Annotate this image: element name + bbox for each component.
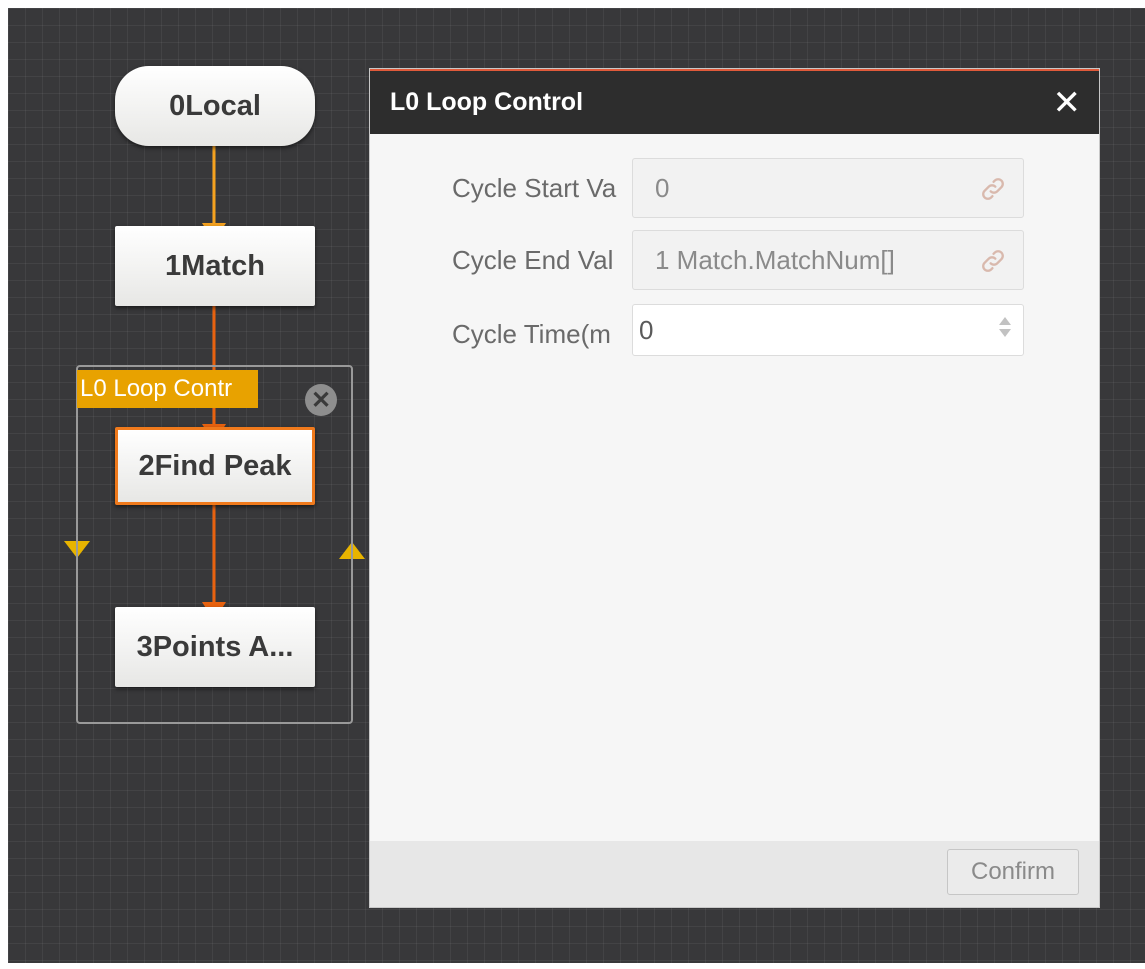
field-cycle-start: Cycle Start Va 0 [370, 158, 1099, 218]
confirm-button[interactable]: Confirm [947, 849, 1079, 895]
flow-node-find-peak[interactable]: 2Find Peak [115, 427, 315, 505]
field-value: 0 [639, 315, 654, 345]
cycle-time-input[interactable]: 0 [632, 304, 1024, 356]
number-spinner[interactable] [997, 313, 1013, 347]
field-label: Cycle Start Va [452, 173, 617, 203]
flow-node-points[interactable]: 3Points A... [115, 607, 315, 687]
flow-node-label: 3Points A... [136, 630, 294, 663]
field-cycle-end: Cycle End Val 1 Match.MatchNum[] [370, 230, 1099, 290]
cycle-end-input[interactable]: 1 Match.MatchNum[] [632, 230, 1024, 290]
link-icon[interactable] [979, 175, 1007, 203]
field-label: Cycle End Val [452, 245, 614, 275]
spinner-up-icon[interactable] [999, 317, 1011, 325]
field-label: Cycle Time(m [452, 319, 611, 349]
loop-close-icon[interactable]: ✕ [305, 384, 337, 416]
field-value: 0 [655, 173, 670, 203]
cycle-start-input[interactable]: 0 [632, 158, 1024, 218]
dialog-title: L0 Loop Control [390, 88, 584, 116]
dialog-header[interactable]: L0 Loop Control ✕ [370, 69, 1099, 134]
loop-control-dialog: L0 Loop Control ✕ Cycle Start Va 0 Cycle… [369, 68, 1100, 908]
flow-node-label: 0Local [169, 89, 261, 122]
field-value: 1 Match.MatchNum[] [655, 245, 895, 275]
flow-node-label: 2Find Peak [138, 449, 292, 482]
field-cycle-time: Cycle Time(m 0 [370, 304, 1099, 364]
flow-node-match[interactable]: 1Match [115, 226, 315, 306]
close-icon[interactable]: ✕ [1053, 86, 1082, 120]
flow-node-local[interactable]: 0Local [115, 66, 315, 146]
flow-node-label: 1Match [165, 249, 265, 282]
loop-tag[interactable]: L0 Loop Contr [77, 370, 258, 408]
dialog-footer: Confirm [370, 841, 1099, 907]
flow-canvas[interactable]: 0Local 1Match L0 Loop Contr ✕ 2Find Peak… [8, 8, 1145, 963]
spinner-down-icon[interactable] [999, 329, 1011, 337]
link-icon[interactable] [979, 247, 1007, 275]
